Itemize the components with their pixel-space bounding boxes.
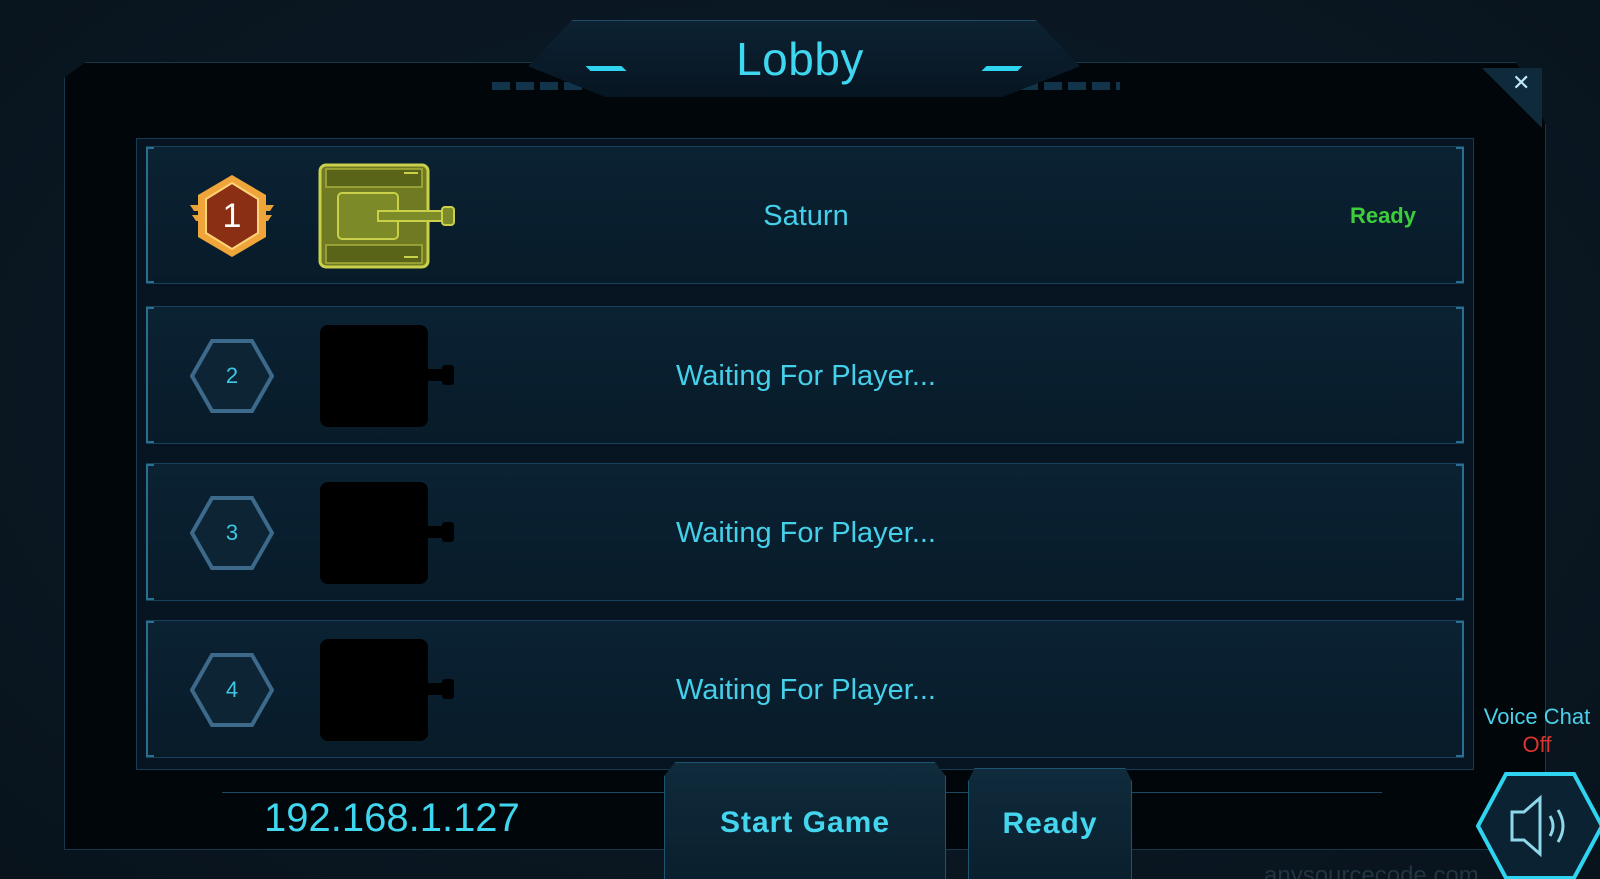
ready-status: Ready	[1349, 203, 1416, 228]
tank-silhouette-icon	[318, 323, 458, 429]
slot-number: 2	[225, 363, 239, 388]
watermark: anysourcecode.com	[1264, 862, 1479, 879]
voice-chat-button[interactable]	[1468, 772, 1600, 879]
player-name: Waiting For Player...	[675, 517, 936, 549]
tank-icon	[318, 163, 458, 269]
ip-address: 192.168.1.127	[264, 796, 520, 840]
tank-silhouette-icon	[318, 480, 458, 586]
player-row-1: 1 Saturn Ready	[146, 146, 1464, 284]
title-accent-left	[585, 66, 627, 71]
lobby-screen: Lobby ✕ 1 Saturn Ready 2 Waiting For Pla…	[0, 0, 1600, 879]
slot-number: 3	[225, 520, 239, 545]
slot-number: 1	[222, 197, 242, 235]
player-row-4: 4 Waiting For Player...	[146, 620, 1464, 758]
page-title: Lobby	[736, 33, 864, 85]
start-game-button[interactable]: Start Game	[664, 762, 946, 879]
rank-badge: 3	[189, 488, 275, 578]
player-name: Waiting For Player...	[675, 674, 936, 706]
rank-badge-gold: 1	[190, 171, 274, 261]
voice-chat-state: Off	[1522, 732, 1552, 757]
player-row-3: 3 Waiting For Player...	[146, 463, 1464, 601]
tank-silhouette-icon	[318, 637, 458, 743]
speaker-icon[interactable]	[1468, 772, 1600, 879]
rank-badge: 4	[189, 645, 275, 735]
player-name: Waiting For Player...	[675, 360, 936, 392]
player-row-2: 2 Waiting For Player...	[146, 306, 1464, 444]
player-name: Saturn	[763, 200, 849, 232]
close-icon[interactable]: ✕	[1512, 70, 1530, 96]
slot-number: 4	[225, 677, 239, 702]
ready-button[interactable]: Ready	[968, 768, 1132, 879]
rank-badge: 2	[189, 331, 275, 421]
voice-chat-label: Voice Chat	[1483, 704, 1591, 729]
title-accent-right	[981, 66, 1023, 71]
